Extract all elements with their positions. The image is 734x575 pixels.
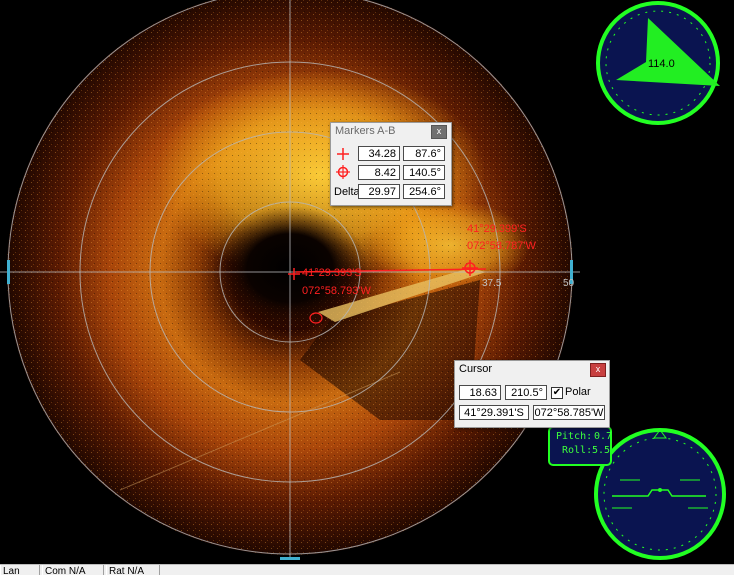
cursor-bearing: 210.5°	[505, 385, 547, 400]
markers-close-button[interactable]: x	[431, 125, 447, 139]
cursor-close-button[interactable]: x	[590, 363, 606, 377]
delta-distance: 29.97	[358, 184, 400, 199]
marker-b-lat: 41°29.399'S	[467, 223, 527, 235]
cursor-range: 18.63	[459, 385, 501, 400]
marker-b-distance: 8.42	[358, 165, 400, 180]
pitch-value: 0.7	[594, 431, 613, 442]
delta-label: Delta	[334, 186, 360, 198]
crosshair-icon	[337, 148, 349, 160]
range-label-inner: 37.5	[482, 278, 502, 289]
marker-a-distance: 34.28	[358, 146, 400, 161]
target-circle-icon	[336, 165, 350, 179]
cursor-window-title[interactable]: Cursor x	[455, 361, 609, 378]
sonar-display[interactable]: 37.5 50 41°29.393'S 072°58.793'W 41°29.3…	[0, 0, 734, 564]
cursor-window[interactable]: Cursor x 18.63 210.5° ✔ Polar 41°29.391'…	[454, 360, 610, 428]
markers-title-text: Markers A-B	[335, 125, 396, 137]
pitch-roll-box: Pitch: 0.7 Roll: 5.5	[548, 426, 612, 466]
marker-a-lon: 072°58.793'W	[302, 285, 371, 297]
roll-value: 5.5	[592, 445, 611, 456]
polar-checkbox[interactable]: ✔	[551, 387, 563, 399]
marker-a-lat: 41°29.393'S	[302, 267, 362, 279]
pitch-label: Pitch:	[556, 431, 593, 442]
polar-label: Polar	[565, 386, 591, 398]
edge-marker-bottom	[280, 557, 300, 560]
delta-bearing: 254.6°	[403, 184, 445, 199]
range-label-outer: 50	[563, 278, 575, 289]
markers-window[interactable]: Markers A-B x 34.28 87.6° 8.42 140.5° De…	[330, 122, 452, 206]
marker-a-bearing: 87.6°	[403, 146, 445, 161]
marker-b-bearing: 140.5°	[403, 165, 445, 180]
markers-window-title[interactable]: Markers A-B x	[331, 123, 451, 140]
cursor-lat: 41°29.391'S	[459, 405, 529, 420]
heading-value: 114.0	[648, 58, 675, 70]
cursor-title-text: Cursor	[459, 363, 493, 375]
roll-label: Roll:	[562, 445, 593, 456]
cursor-lon: 072°58.785'W	[533, 405, 605, 420]
attitude-gauge	[594, 428, 726, 560]
marker-b-lon: 072°58.787'W	[467, 240, 536, 252]
status-bar: Lan Com N/A Rat N/A	[0, 564, 734, 575]
heading-gauge: 114.0	[596, 1, 720, 125]
edge-marker-left	[7, 260, 10, 284]
